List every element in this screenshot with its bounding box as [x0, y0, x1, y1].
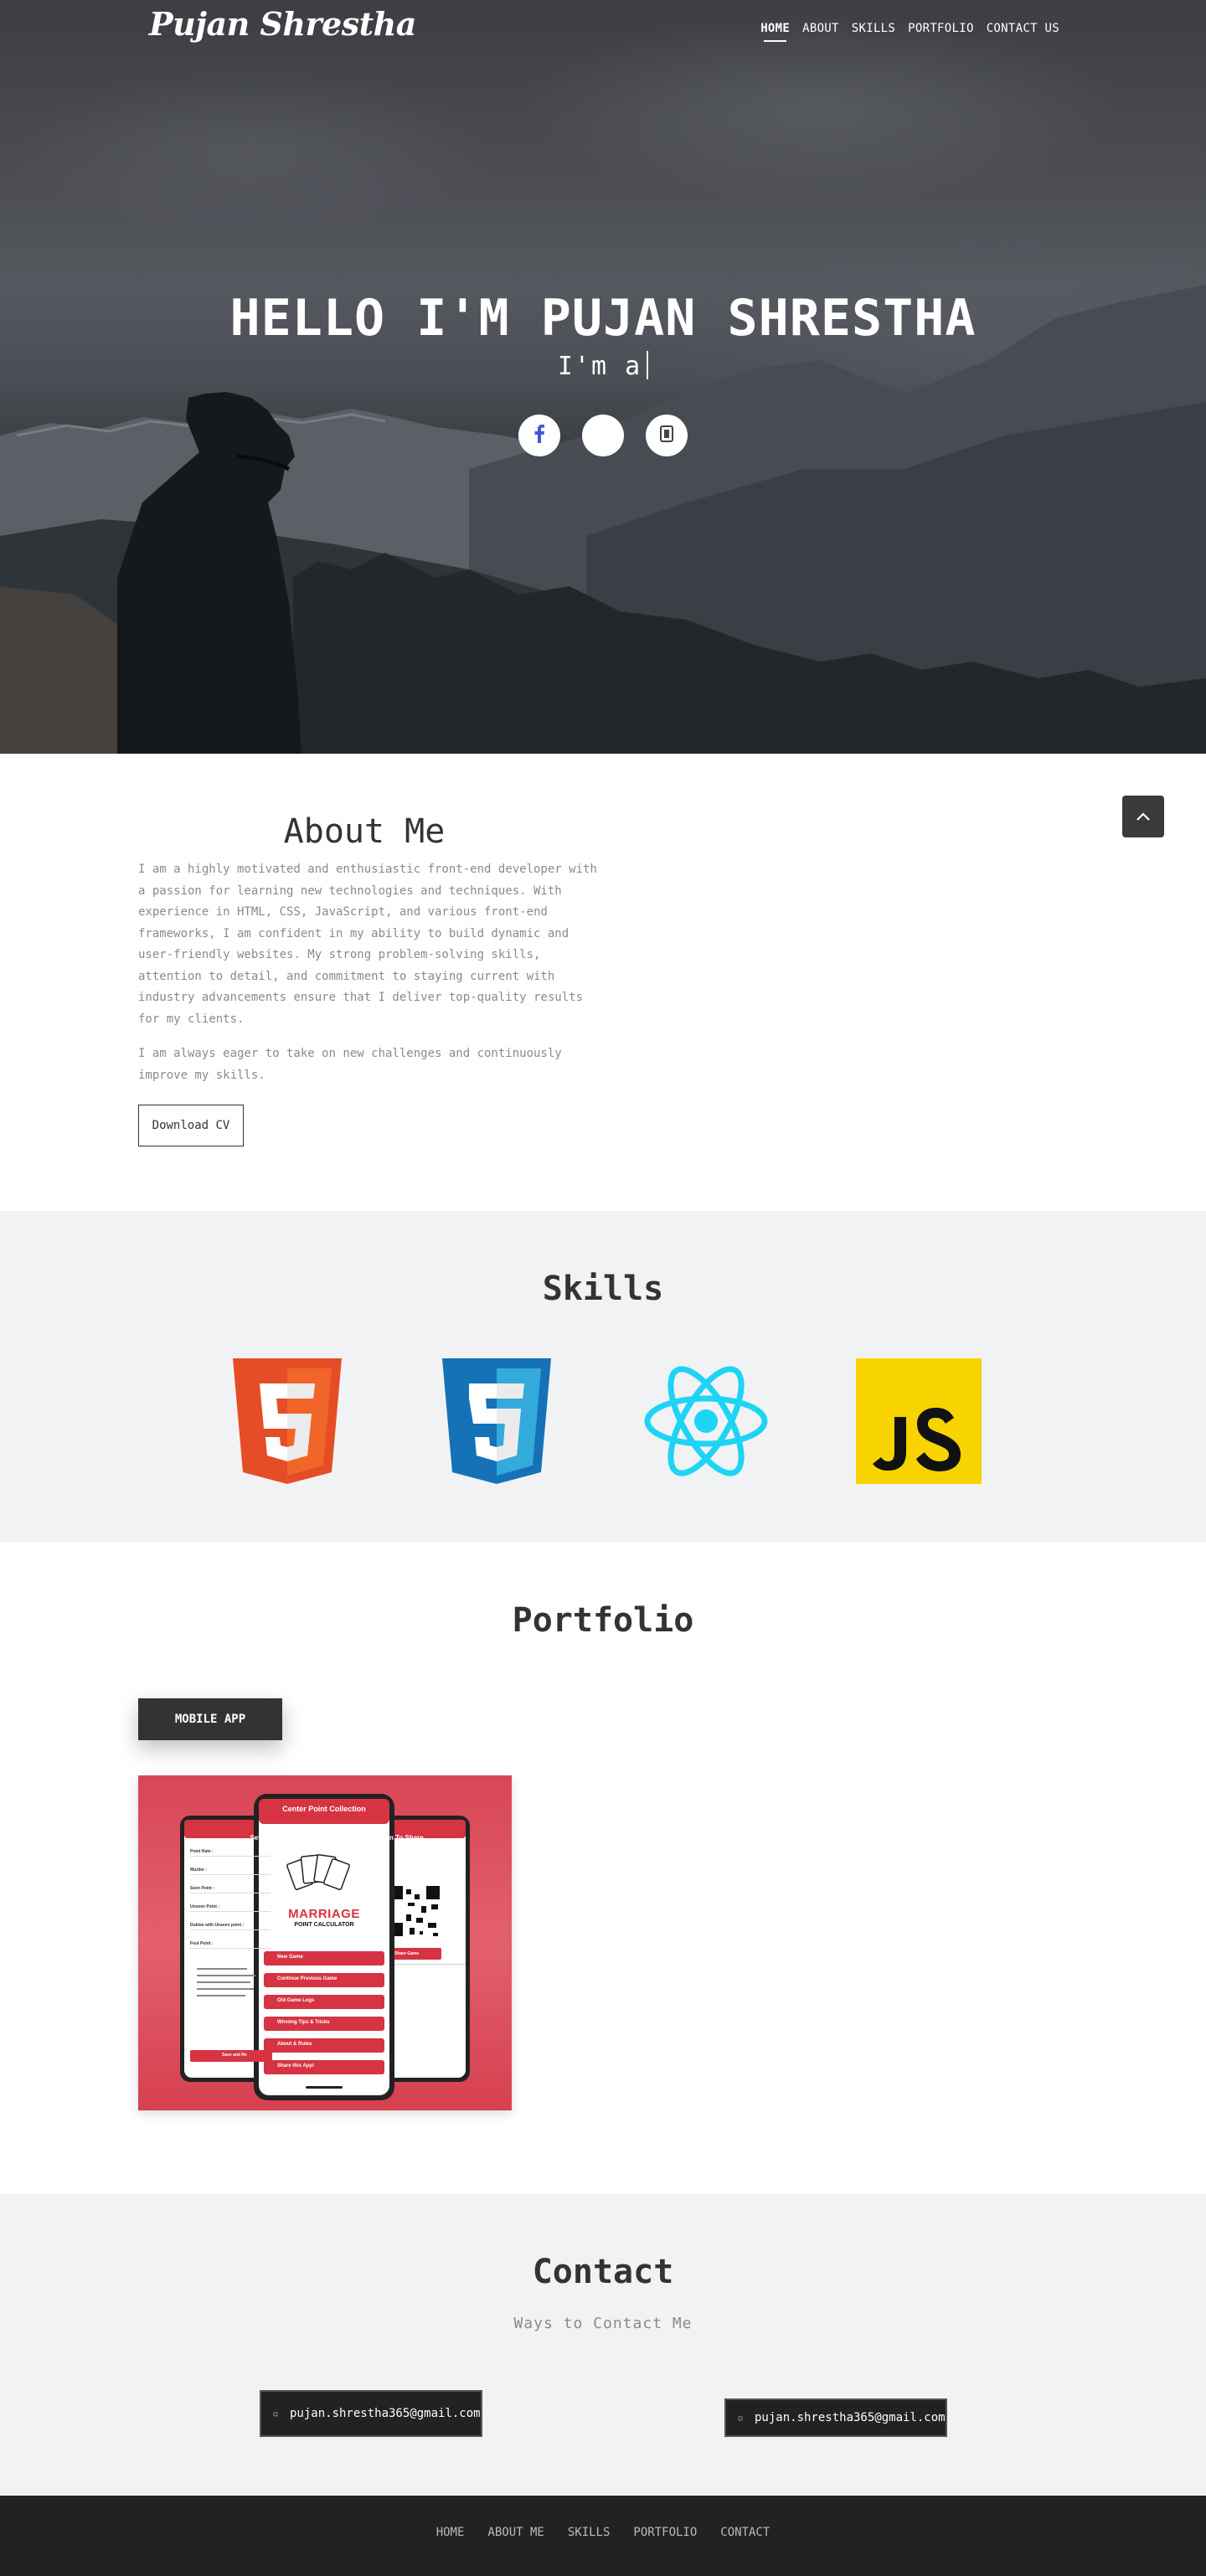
chevron-up-icon	[1136, 809, 1151, 825]
footer-link-contact[interactable]: CONTACT	[720, 2526, 770, 2539]
about-paragraph-1: I am a highly motivated and enthusiastic…	[138, 863, 597, 1026]
nav-item-home[interactable]: HOME	[760, 22, 790, 42]
instagram-link[interactable]	[646, 415, 688, 456]
email-contact-button-2[interactable]: ▫ pujan.shrestha365@gmail.com	[724, 2398, 947, 2437]
hero-typed-subtitle: I'm a	[0, 351, 1206, 381]
app-menu-item: Continue Previous Game	[277, 1976, 338, 1981]
skills-title: Skills	[542, 1270, 664, 1308]
top-nav: Pujan Shrestha HOME ABOUT SKILLS PORTFOL…	[0, 0, 1206, 57]
filter-mobile-app-button[interactable]: MOBILE APP	[138, 1698, 282, 1740]
app-menu-item: Winning Tips & Tricks	[277, 2020, 330, 2025]
app-field-label: Seen Point :	[190, 1886, 214, 1891]
app-field-label: Unseen Point :	[190, 1904, 220, 1909]
hero-section: Pujan Shrestha HOME ABOUT SKILLS PORTFOL…	[0, 0, 1206, 754]
footer-link-home[interactable]: HOME	[436, 2526, 465, 2539]
app-field-label: Murder :	[190, 1868, 207, 1873]
app-menu-item: Share this App!	[277, 2063, 315, 2069]
instagram-icon	[659, 425, 674, 446]
app-field-label: Dublee with Unseen point :	[190, 1923, 245, 1928]
contact-title: Contact	[532, 2253, 674, 2291]
app-share-button: Share Game	[394, 1951, 420, 1956]
social-links	[0, 415, 1206, 456]
github-link[interactable]	[582, 415, 624, 456]
brand-logo[interactable]: Pujan Shrestha	[149, 5, 416, 43]
email-address: pujan.shrestha365@gmail.com	[290, 2407, 481, 2420]
footer-link-skills[interactable]: SKILLS	[568, 2526, 611, 2539]
about-title: About Me	[283, 812, 446, 851]
nav-item-about[interactable]: ABOUT	[802, 22, 839, 42]
about-section: About Me I am a highly motivated and ent…	[0, 754, 1206, 1211]
app-save-button: Save and Re	[222, 2053, 247, 2058]
nav-item-skills[interactable]: SKILLS	[852, 22, 895, 42]
app-right-screen-title: n To Share	[389, 1834, 424, 1842]
nav-menu: HOME ABOUT SKILLS PORTFOLIO CONTACT US	[760, 22, 1059, 42]
contact-section: Contact Ways to Contact Me ▫ pujan.shres…	[0, 2194, 1206, 2496]
envelope-icon: ▫	[272, 2408, 279, 2419]
project-card-marriage-point-calculator[interactable]: Center Point Collection Settings n To Sh…	[138, 1775, 512, 2110]
envelope-icon: ▫	[737, 2412, 744, 2424]
hero-text: HELLO I'M PUJAN SHRESTHA I'm a	[0, 289, 1206, 381]
nav-item-contact-us[interactable]: CONTACT US	[987, 22, 1059, 42]
app-left-screen-title: Settings	[250, 1834, 276, 1842]
hero-subtitle-text: I'm a	[557, 352, 642, 381]
footer-link-portfolio[interactable]: PORTFOLIO	[633, 2526, 697, 2539]
app-logo-subtitle: POINT CALCULATOR	[294, 1922, 354, 1928]
app-menu-item: About & Rules	[277, 2042, 312, 2047]
skills-section: Skills	[0, 1211, 1206, 1543]
facebook-icon	[533, 425, 545, 446]
app-field-label: Foul Point :	[190, 1941, 214, 1946]
css3-logo-icon	[434, 1358, 559, 1484]
app-menu-item: New Game	[277, 1955, 303, 1960]
email-address: pujan.shrestha365@gmail.com	[755, 2411, 946, 2424]
portfolio-title: Portfolio	[512, 1601, 694, 1640]
footer-links: HOME ABOUT ME SKILLS PORTFOLIO CONTACT	[0, 2526, 1206, 2539]
github-icon	[594, 425, 612, 446]
about-paragraph-2: I am always eager to take on new challen…	[138, 1047, 562, 1082]
react-logo-icon	[643, 1358, 769, 1484]
javascript-logo-icon	[856, 1358, 982, 1484]
footer: HOME ABOUT ME SKILLS PORTFOLIO CONTACT	[0, 2496, 1206, 2576]
typing-cursor	[647, 351, 649, 379]
scroll-to-top-button[interactable]	[1122, 796, 1164, 837]
facebook-link[interactable]	[518, 415, 560, 456]
nav-item-portfolio[interactable]: PORTFOLIO	[908, 22, 974, 42]
app-logo-title: MARRIAGE	[288, 1907, 360, 1921]
app-screen-title: Center Point Collection	[282, 1805, 366, 1813]
portfolio-section: Portfolio MOBILE APP Center Point Collec…	[0, 1543, 1206, 2194]
hero-title: HELLO I'M PUJAN SHRESTHA	[229, 289, 977, 348]
app-menu-item: Old Game Logs	[277, 1998, 315, 2003]
html5-logo-icon	[224, 1358, 350, 1484]
download-cv-button[interactable]: Download CV	[138, 1105, 244, 1146]
footer-link-about[interactable]: ABOUT ME	[487, 2526, 544, 2539]
email-contact-button[interactable]: ▫ pujan.shrestha365@gmail.com	[260, 2390, 482, 2437]
app-field-label: Point Rate :	[190, 1849, 214, 1854]
contact-subtitle: Ways to Contact Me	[513, 2315, 693, 2332]
